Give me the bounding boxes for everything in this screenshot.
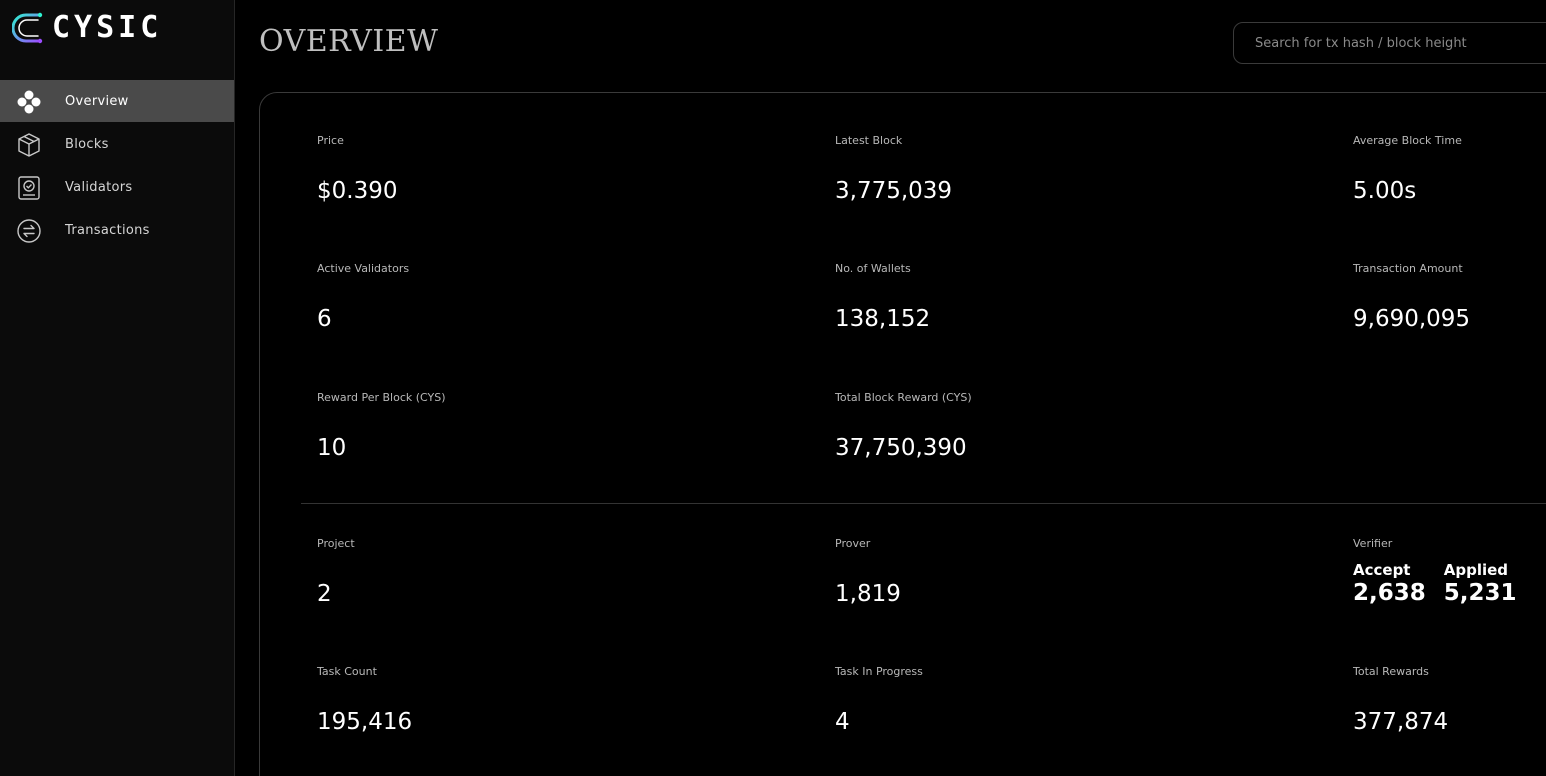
stat-value: $0.390 [317,178,398,204]
verifier-applied-value: 5,231 [1443,580,1517,606]
sidebar-item-overview[interactable]: Overview [0,80,234,122]
sidebar-item-transactions[interactable]: Transactions [0,209,234,251]
verifier-applied-label: Applied [1443,561,1509,579]
verifier-accept-label: Accept [1353,561,1411,579]
stat-task-count: Task Count 195,416 [317,665,412,735]
stat-value: 3,775,039 [835,178,953,204]
stat-wallets: No. of Wallets 138,152 [835,262,930,332]
stat-value: 9,690,095 [1353,306,1471,332]
stat-project: Project 2 [317,537,355,607]
cysic-logo-icon [12,12,43,44]
stat-value: 1,819 [835,581,901,607]
sidebar-item-label: Transactions [65,222,150,238]
stat-label: Reward Per Block (CYS) [317,391,446,404]
stat-latest-block: Latest Block 3,775,039 [835,134,952,204]
sidebar-nav: Overview Blocks Validators Transactions [0,80,234,252]
stat-value: 5.00s [1353,178,1417,204]
app-root: CYSIC Overview Blocks Validators Transac… [0,0,1546,776]
stat-label: No. of Wallets [835,262,911,275]
stat-label: Price [317,134,344,147]
search-box [1233,22,1546,64]
sidebar: CYSIC Overview Blocks Validators Transac… [0,0,235,776]
verifier-breakdown: Accept 2,638 Applied 5,231 [1353,561,1517,606]
stat-value: 10 [317,435,347,461]
stat-total-block-reward: Total Block Reward (CYS) 37,750,390 [835,391,972,461]
stat-value: 37,750,390 [835,435,967,461]
stat-average-block-time: Average Block Time 5.00s [1353,134,1462,204]
stat-label: Project [317,537,355,550]
stat-value: 4 [835,709,850,735]
section-divider [301,503,1546,504]
stat-reward-per-block: Reward Per Block (CYS) 10 [317,391,446,461]
brand-name: CYSIC [52,10,163,45]
stat-value: 2 [317,581,332,607]
stat-active-validators: Active Validators 6 [317,262,410,332]
verifier-accept: Accept 2,638 [1353,561,1426,606]
stat-price: Price $0.390 [317,134,397,204]
stat-value: 138,152 [835,306,931,332]
stat-value: 6 [317,306,332,332]
stat-label: Active Validators [317,262,410,275]
stat-task-in-progress: Task In Progress 4 [835,665,923,735]
stat-label: Task Count [317,665,377,678]
stat-verifier: Verifier Accept 2,638 Applied 5,231 [1353,537,1517,606]
swap-icon [16,218,42,244]
overview-icon [16,89,42,115]
page-title: OVERVIEW [259,24,439,59]
search-input[interactable] [1234,23,1546,63]
sidebar-item-label: Overview [65,93,129,109]
stat-prover: Prover 1,819 [835,537,901,607]
stat-total-rewards: Total Rewards 377,874 [1353,665,1448,735]
stat-label: Total Block Reward (CYS) [835,391,972,404]
verifier-applied: Applied 5,231 [1444,561,1517,606]
stat-label: Task In Progress [835,665,923,678]
stat-value: 195,416 [317,709,413,735]
stat-transaction-amount: Transaction Amount 9,690,095 [1353,262,1470,332]
stat-label: Total Rewards [1353,665,1429,678]
sidebar-item-label: Validators [65,179,133,195]
sidebar-item-blocks[interactable]: Blocks [0,123,234,165]
stat-label: Average Block Time [1353,134,1462,147]
stat-value: 377,874 [1353,709,1449,735]
stat-label: Latest Block [835,134,903,147]
cube-icon [16,132,42,158]
stat-label: Transaction Amount [1353,262,1463,275]
sidebar-item-validators[interactable]: Validators [0,166,234,208]
brand-logo[interactable]: CYSIC [12,8,162,48]
stat-label: Prover [835,537,871,550]
validator-icon [16,175,42,201]
verifier-accept-value: 2,638 [1353,580,1426,606]
stat-label: Verifier [1353,537,1393,550]
sidebar-item-label: Blocks [65,136,109,152]
